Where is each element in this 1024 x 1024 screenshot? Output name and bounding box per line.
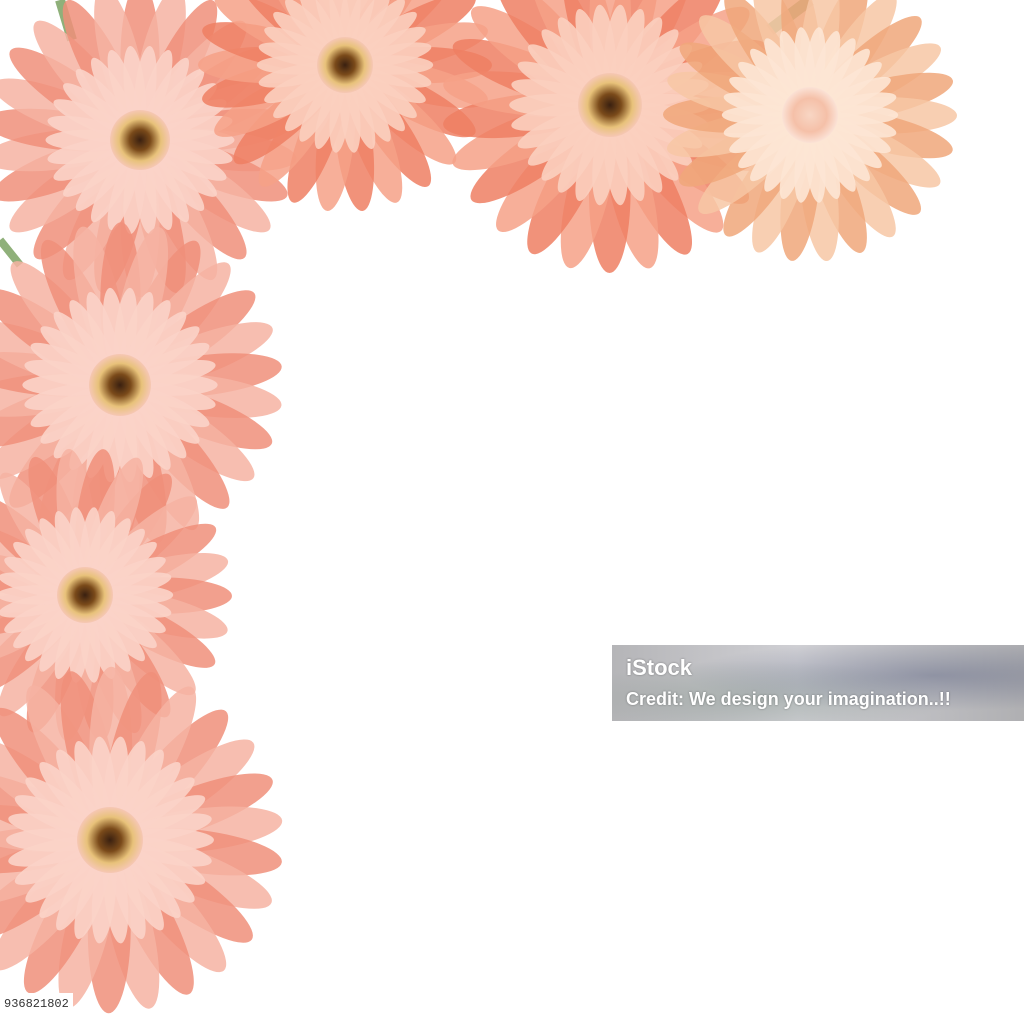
flower-center [578, 73, 642, 137]
flower-center [89, 354, 151, 416]
watermark-brand: iStock [626, 655, 693, 680]
flower-center [317, 37, 373, 93]
flower-center [782, 87, 838, 143]
flower-center [57, 567, 113, 623]
flower-center [110, 110, 170, 170]
flower-corner-photo [0, 0, 1024, 1024]
flower-center [77, 807, 143, 873]
stock-image-id: 936821802 [0, 993, 73, 1015]
watermark-credit-bar: iStock Credit: We design your imaginatio… [612, 645, 1024, 721]
watermark-credit-text: Credit: We design your imagination..!! [626, 689, 951, 709]
